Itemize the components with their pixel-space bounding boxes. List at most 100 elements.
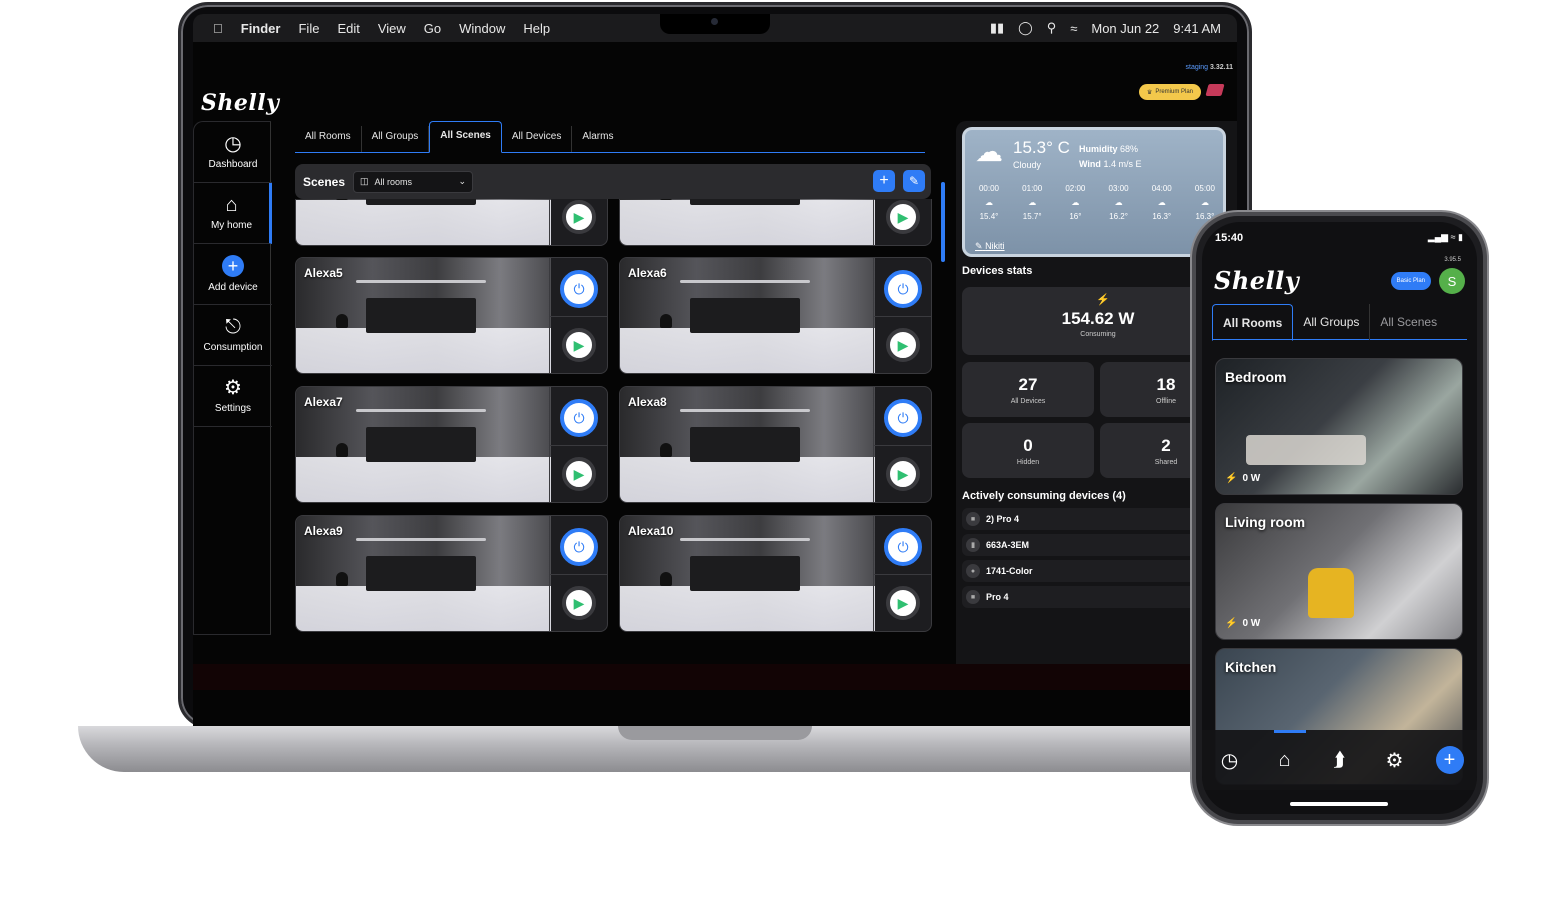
- hourly-forecast: 00:00 ☁ 15.4° 01:00 ☁ 15.7° 02:00 ☁ 16° 03:00 ☁…: [971, 184, 1223, 221]
- dashboard-icon[interactable]: ◷: [1216, 746, 1244, 774]
- tab-all-rooms[interactable]: All Rooms: [1212, 304, 1294, 341]
- staging-version: staging 3.32.11: [1185, 64, 1234, 71]
- home-indicator[interactable]: [1290, 802, 1388, 806]
- apple-icon[interactable]: : [213, 21, 223, 36]
- bolt-icon[interactable]: ⮭: [1326, 746, 1354, 774]
- scene-name: Alexa7: [304, 395, 343, 409]
- gear-icon[interactable]: ⚙: [1381, 746, 1409, 774]
- phone-status-icons: ▂▄▆ ≈ ▮: [1428, 232, 1463, 243]
- tab-all-groups[interactable]: All Groups: [362, 126, 430, 152]
- device-icon: ■: [966, 512, 980, 526]
- avatar[interactable]: S: [1439, 268, 1465, 294]
- premium-plan-badge[interactable]: ♛ Premium Plan: [1138, 84, 1201, 100]
- weather-meta: Humidity 68% Wind 1.4 m/s E: [1079, 144, 1142, 169]
- room-filter-select[interactable]: ◫ All rooms ⌄: [353, 170, 474, 193]
- bed-illustration: [1246, 435, 1366, 465]
- scene-image: [620, 199, 875, 245]
- menu-window[interactable]: Window: [459, 21, 505, 36]
- tab-all-scenes[interactable]: All Scenes: [429, 121, 502, 153]
- room-card-bedroom[interactable]: Bedroom ⚡ 0 W: [1215, 358, 1463, 495]
- play-scene-button[interactable]: ▶: [562, 586, 596, 620]
- nav-active-indicator: [1274, 730, 1306, 733]
- battery-icon[interactable]: ▮▮: [990, 20, 1004, 36]
- consuming-device-row[interactable]: ● 1741-Color: [962, 560, 1230, 582]
- bolt-icon: ⚡: [1225, 618, 1238, 629]
- consuming-device-row[interactable]: ■ Pro 4: [962, 586, 1230, 608]
- scene-scrollbar[interactable]: [941, 182, 945, 262]
- sidebar-item-settings[interactable]: ⚙ Settings: [194, 366, 272, 427]
- room-power: ⚡ 0 W: [1225, 618, 1261, 629]
- hidden-stat[interactable]: 0 Hidden: [962, 423, 1094, 478]
- tab-all-rooms[interactable]: All Rooms: [295, 126, 362, 152]
- sidebar-item-consumption[interactable]: ⎋ Consumption: [194, 305, 272, 366]
- add-scene-button[interactable]: +: [873, 170, 895, 192]
- tab-alarms[interactable]: Alarms: [572, 126, 623, 152]
- crown-icon: ♛: [1146, 89, 1153, 96]
- scene-card-alexa10[interactable]: Alexa10 ⏻ ▶: [619, 515, 932, 632]
- power-button[interactable]: ⏻: [884, 270, 922, 308]
- power-button[interactable]: ⏻: [884, 399, 922, 437]
- weather-location-link[interactable]: ✎ Nikiti: [975, 241, 1005, 252]
- sidebar-item-label: Dashboard: [208, 159, 258, 170]
- power-button[interactable]: ⏻: [560, 399, 598, 437]
- room-power: ⚡ 0 W: [1225, 473, 1261, 484]
- scene-card-alexa9[interactable]: Alexa9 ⏻ ▶: [295, 515, 608, 632]
- chevron-down-icon: ⌄: [458, 176, 467, 186]
- phone-status-time: 15:40: [1215, 232, 1244, 244]
- edit-scenes-button[interactable]: ✎: [903, 170, 925, 192]
- menu-go[interactable]: Go: [424, 21, 441, 36]
- wifi-icon[interactable]: ≈: [1070, 21, 1077, 36]
- home-icon[interactable]: ⌂: [1271, 746, 1299, 774]
- tab-all-devices[interactable]: All Devices: [502, 126, 573, 152]
- play-scene-button[interactable]: ▶: [886, 328, 920, 362]
- room-filter-value: All rooms: [374, 176, 413, 187]
- menu-view[interactable]: View: [378, 21, 406, 36]
- play-scene-button[interactable]: ▶: [562, 200, 596, 234]
- sidebar-item-add-device[interactable]: + Add device: [194, 244, 272, 305]
- play-scene-button[interactable]: ▶: [886, 457, 920, 491]
- play-scene-button[interactable]: ▶: [886, 586, 920, 620]
- menubar-time[interactable]: 9:41 AM: [1173, 21, 1221, 36]
- device-icon: ■: [966, 590, 980, 604]
- scene-card[interactable]: ⏻▶: [295, 199, 608, 246]
- devices-stats-title: Devices stats: [962, 265, 1033, 277]
- tab-all-scenes[interactable]: All Scenes: [1370, 304, 1447, 340]
- menubar-date[interactable]: Mon Jun 22: [1091, 21, 1159, 36]
- scene-card-alexa6[interactable]: Alexa6 ⏻ ▶: [619, 257, 932, 374]
- basic-plan-badge[interactable]: Basic Plan: [1390, 272, 1431, 290]
- add-device-button[interactable]: +: [1435, 746, 1464, 774]
- scene-card-alexa8[interactable]: Alexa8 ⏻ ▶: [619, 386, 932, 503]
- menu-file[interactable]: File: [298, 21, 319, 36]
- play-scene-button[interactable]: ▶: [562, 457, 596, 491]
- power-button[interactable]: ⏻: [560, 270, 598, 308]
- all-devices-stat[interactable]: 27 All Devices: [962, 362, 1094, 417]
- room-name: Bedroom: [1225, 369, 1287, 385]
- gear-icon: ⚙: [224, 377, 242, 399]
- sidebar-item-my-home[interactable]: ⌂ My home: [194, 183, 272, 244]
- cloud-icon: ☁: [1200, 198, 1209, 207]
- room-name: Kitchen: [1225, 659, 1277, 675]
- sidebar-item-label: Add device: [208, 282, 258, 293]
- menu-edit[interactable]: Edit: [337, 21, 359, 36]
- control-center-icon[interactable]: ◯: [1018, 20, 1033, 36]
- play-scene-button[interactable]: ▶: [562, 328, 596, 362]
- scene-card-alexa7[interactable]: Alexa7 ⏻ ▶: [295, 386, 608, 503]
- room-card-living-room[interactable]: Living room ⚡ 0 W: [1215, 503, 1463, 640]
- play-scene-button[interactable]: ▶: [886, 200, 920, 234]
- scene-card-alexa5[interactable]: Alexa5 ⏻ ▶: [295, 257, 608, 374]
- tab-all-groups[interactable]: All Groups: [1293, 304, 1371, 340]
- cloud-icon: ☁: [1114, 198, 1123, 207]
- scene-card[interactable]: ⏻▶: [619, 199, 932, 246]
- power-button[interactable]: ⏻: [560, 528, 598, 566]
- sidebar-item-dashboard[interactable]: ◷ Dashboard: [194, 122, 272, 183]
- consuming-device-row[interactable]: ▮ 663A-3EM: [962, 534, 1230, 556]
- menu-help[interactable]: Help: [523, 21, 550, 36]
- gem-icon[interactable]: [1205, 84, 1225, 96]
- search-icon[interactable]: ⚲: [1047, 20, 1057, 36]
- scene-name: Alexa6: [628, 266, 667, 280]
- laptop-screen:  Finder File Edit View Go Window Help ▮…: [193, 14, 1237, 690]
- power-button[interactable]: ⏻: [884, 528, 922, 566]
- menu-finder[interactable]: Finder: [241, 21, 281, 36]
- consuming-device-row[interactable]: ■ 2) Pro 4: [962, 508, 1230, 530]
- cloud-icon: ☁: [1028, 198, 1037, 207]
